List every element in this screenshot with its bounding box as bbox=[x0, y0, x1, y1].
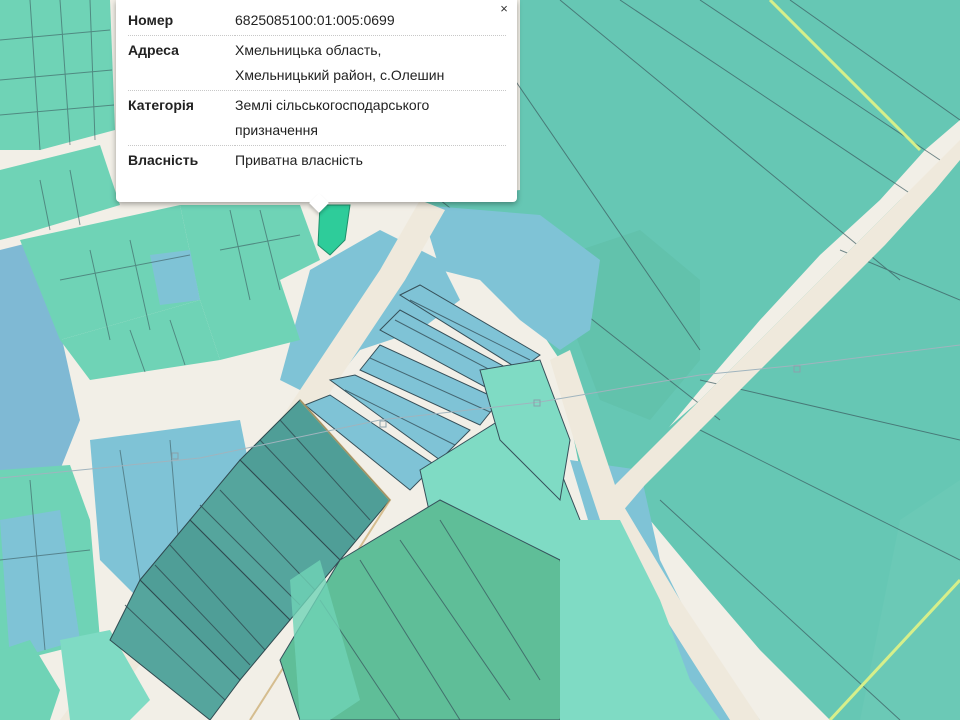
info-value: 6825085100:01:005:0699 bbox=[235, 6, 506, 36]
info-row-category: Категорія Землі сільськогосподарського пр… bbox=[128, 90, 506, 146]
info-key: Власність bbox=[128, 152, 199, 168]
info-key: Номер bbox=[128, 6, 235, 36]
info-value-line: Хмельницька область, bbox=[235, 42, 382, 58]
info-value-line: призначення bbox=[235, 122, 318, 138]
info-value: Хмельницька область, Хмельницький район, … bbox=[235, 35, 506, 91]
parcel-info-table: Номер 6825085100:01:005:0699 Адреса Хмел… bbox=[128, 6, 506, 175]
info-key: Категорія bbox=[128, 90, 235, 146]
info-value-line: 6825085100:01:005:0699 bbox=[235, 12, 395, 28]
info-row-address: Адреса Хмельницька область, Хмельницький … bbox=[128, 35, 506, 91]
info-value: Приватна власність bbox=[235, 146, 506, 176]
info-value: Землі сільськогосподарського призначення bbox=[235, 90, 506, 146]
parcel-info-popup: × Номер 6825085100:01:005:0699 Адреса Хм… bbox=[116, 0, 517, 213]
info-value-line: Землі сільськогосподарського bbox=[235, 97, 430, 113]
info-row-ownership: Власність Приватна власність bbox=[128, 146, 506, 176]
info-value-line: Хмельницький район, с.Олешин bbox=[235, 67, 445, 83]
info-key: Адреса bbox=[128, 35, 235, 91]
info-value-line: Приватна власність bbox=[235, 152, 363, 168]
info-row-number: Номер 6825085100:01:005:0699 bbox=[128, 6, 506, 36]
